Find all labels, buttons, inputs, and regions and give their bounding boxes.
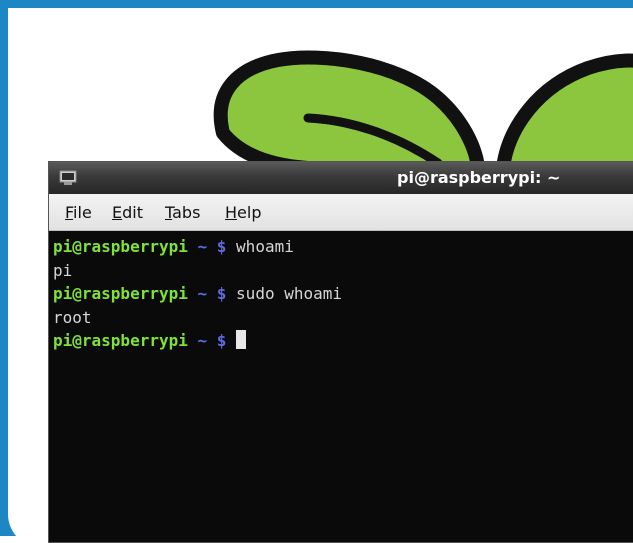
terminal-line: root bbox=[53, 306, 633, 330]
menu-help-mnemonic: H bbox=[225, 203, 238, 222]
prompt-user: pi@raspberrypi bbox=[53, 284, 188, 303]
window-title: pi@raspberrypi: ~ bbox=[397, 168, 561, 187]
command-text: sudo whoami bbox=[236, 284, 343, 303]
menu-bar: File Edit Tabs Help bbox=[49, 194, 633, 231]
menu-tabs[interactable]: Tabs bbox=[165, 203, 200, 222]
prompt-user: pi@raspberrypi bbox=[53, 331, 188, 350]
terminal-line: pi@raspberrypi ~ $ whoami bbox=[53, 235, 633, 259]
menu-file-mnemonic: F bbox=[65, 203, 74, 222]
menu-help[interactable]: Help bbox=[225, 203, 261, 222]
output-text: pi bbox=[53, 260, 73, 280]
menu-edit[interactable]: Edit bbox=[112, 203, 143, 222]
prompt-user: pi@raspberrypi bbox=[53, 237, 188, 256]
terminal-icon bbox=[59, 170, 77, 185]
menu-tabs-label: abs bbox=[172, 203, 201, 222]
menu-file-label: ile bbox=[73, 203, 92, 222]
command-text: whoami bbox=[236, 237, 294, 256]
terminal-line: pi bbox=[53, 259, 633, 283]
prompt-path: ~ $ bbox=[197, 237, 227, 256]
menu-file[interactable]: File bbox=[65, 203, 92, 222]
prompt-path: ~ $ bbox=[197, 331, 227, 350]
terminal-window[interactable]: pi@raspberrypi: ~ File Edit Tabs Help pi… bbox=[48, 161, 633, 543]
output-text: root bbox=[53, 307, 92, 327]
menu-edit-label: dit bbox=[122, 203, 143, 222]
terminal-output[interactable]: pi@raspberrypi ~ $ whoami pi pi@raspberryp… bbox=[49, 231, 633, 353]
title-bar[interactable]: pi@raspberrypi: ~ bbox=[49, 162, 633, 194]
menu-help-label: elp bbox=[237, 203, 262, 222]
terminal-line: pi@raspberrypi ~ $ sudo whoami bbox=[53, 282, 633, 306]
text-cursor bbox=[236, 330, 247, 349]
terminal-line: pi@raspberrypi ~ $ bbox=[53, 329, 633, 353]
prompt-path: ~ $ bbox=[197, 284, 227, 303]
menu-edit-mnemonic: E bbox=[112, 203, 123, 222]
